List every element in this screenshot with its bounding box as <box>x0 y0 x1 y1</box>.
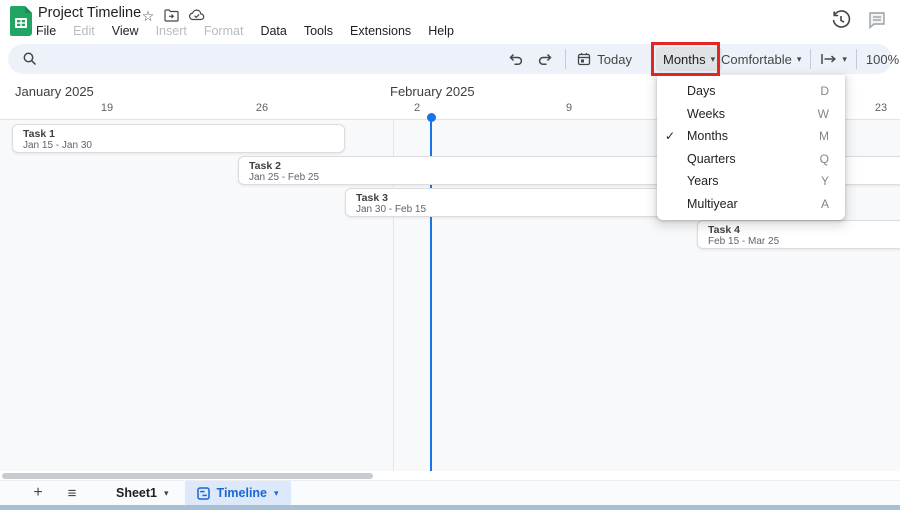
add-sheet-button[interactable]: + <box>28 484 48 502</box>
spreadsheet-app: Project Timeline ☆ FileEditViewInsertFor… <box>0 0 900 510</box>
menu-item-shortcut: A <box>821 197 829 211</box>
calendar-today-icon <box>577 52 591 66</box>
timeline-view-icon <box>197 487 210 500</box>
task-card[interactable]: Task 3Jan 30 - Feb 15 <box>345 188 704 217</box>
month-label: February 2025 <box>390 84 475 99</box>
menu-item-label: Years <box>687 174 821 188</box>
menu-item-shortcut: Y <box>821 174 829 188</box>
toolbar: Today Months ▾ Comfortable ▾ ▾ 100% ▾ <box>8 44 892 74</box>
menu-item-shortcut: Q <box>820 152 829 166</box>
task-dates: Jan 15 - Jan 30 <box>23 140 334 152</box>
undo-icon[interactable] <box>507 50 525 68</box>
menubar: File Edit View Insert Format Data Tools Extensi… <box>36 22 454 40</box>
menubar-view[interactable]: View <box>112 24 139 38</box>
menu-item-shortcut: D <box>820 84 829 98</box>
today-button-label: Today <box>597 52 632 67</box>
check-icon: ✓ <box>665 129 687 143</box>
granularity-menu: DaysDWeeksW✓MonthsMQuartersQYearsYMultiy… <box>657 75 845 220</box>
week-tick-label: 23 <box>875 102 887 114</box>
menu-item-multiyear[interactable]: MultiyearA <box>657 193 845 216</box>
toolbar-divider <box>810 49 811 69</box>
menu-item-label: Multiyear <box>687 197 821 211</box>
task-title: Task 4 <box>708 224 896 236</box>
menu-item-shortcut: M <box>819 129 829 143</box>
menu-item-label: Days <box>687 84 820 98</box>
sheet-tab-timeline[interactable]: Timeline ▾ <box>185 481 291 506</box>
menu-item-shortcut: W <box>818 107 829 121</box>
menubar-tools[interactable]: Tools <box>304 24 333 38</box>
menu-item-months[interactable]: ✓MonthsM <box>657 125 845 148</box>
redo-icon[interactable] <box>536 50 554 68</box>
chevron-down-icon: ▾ <box>274 489 279 498</box>
toolbar-divider <box>565 49 566 69</box>
task-card[interactable]: Task 1Jan 15 - Jan 30 <box>12 124 345 153</box>
chevron-down-icon: ▾ <box>797 55 802 64</box>
menubar-extensions[interactable]: Extensions <box>350 24 411 38</box>
density-dropdown-label: Comfortable <box>721 52 792 67</box>
menu-item-label: Months <box>687 129 819 143</box>
month-label: January 2025 <box>15 84 94 99</box>
menu-item-label: Weeks <box>687 107 818 121</box>
document-title[interactable]: Project Timeline <box>38 5 141 21</box>
menu-item-weeks[interactable]: WeeksW <box>657 103 845 126</box>
menu-item-label: Quarters <box>687 152 820 166</box>
version-history-icon[interactable] <box>830 9 852 31</box>
week-tick-label: 9 <box>566 102 572 114</box>
bottom-edge-strip <box>0 505 900 510</box>
today-button[interactable]: Today <box>577 52 632 67</box>
task-card[interactable]: Task 4Feb 15 - Mar 25 <box>697 220 900 249</box>
chevron-down-icon: ▾ <box>842 55 847 64</box>
density-dropdown-button[interactable]: Comfortable ▾ <box>721 52 801 67</box>
fit-width-icon <box>820 52 837 66</box>
granularity-dropdown-button[interactable]: Months ▾ <box>656 47 722 71</box>
granularity-dropdown-label: Months <box>663 52 706 67</box>
sheets-logo-icon[interactable] <box>10 6 32 36</box>
week-tick-label: 19 <box>101 102 113 114</box>
horizontal-scrollbar-thumb[interactable] <box>2 473 373 479</box>
search-icon[interactable] <box>22 51 38 67</box>
sheet-tab-label: Timeline <box>217 486 267 500</box>
fit-width-button[interactable]: ▾ <box>820 52 847 66</box>
top-bar: Project Timeline ☆ FileEditViewInsertFor… <box>0 0 900 44</box>
sheet-tab-sheet1[interactable]: Sheet1 ▾ <box>108 481 177 506</box>
menubar-help[interactable]: Help <box>428 24 454 38</box>
menubar-format: Format <box>204 24 244 38</box>
chevron-down-icon: ▾ <box>711 55 716 64</box>
menu-item-days[interactable]: DaysD <box>657 80 845 103</box>
menubar-data[interactable]: Data <box>260 24 286 38</box>
toolbar-view-group: Comfortable ▾ ▾ 100% ▾ <box>721 44 900 74</box>
task-title: Task 1 <box>23 128 334 140</box>
menubar-insert: Insert <box>156 24 187 38</box>
today-marker-dot <box>427 113 436 122</box>
menu-item-years[interactable]: YearsY <box>657 170 845 193</box>
comments-icon[interactable] <box>866 9 888 31</box>
toolbar-divider <box>856 49 857 69</box>
toolbar-history-group: Today <box>507 44 632 74</box>
task-dates: Feb 15 - Mar 25 <box>708 236 896 248</box>
zoom-dropdown-button[interactable]: 100% ▾ <box>866 52 900 67</box>
sheet-tab-bar: + ≡ Sheet1 ▾ Timeline ▾ <box>0 480 900 505</box>
top-right-actions <box>830 9 888 31</box>
chevron-down-icon: ▾ <box>164 489 169 498</box>
week-tick-label: 26 <box>256 102 268 114</box>
task-dates: Jan 30 - Feb 15 <box>356 204 693 216</box>
task-title: Task 3 <box>356 192 693 204</box>
sheet-tab-label: Sheet1 <box>116 486 157 500</box>
zoom-level-label: 100% <box>866 52 899 67</box>
menubar-edit: Edit <box>73 24 95 38</box>
all-sheets-menu-icon[interactable]: ≡ <box>62 485 82 502</box>
week-tick-label: 2 <box>414 102 420 114</box>
menu-item-quarters[interactable]: QuartersQ <box>657 148 845 171</box>
menubar-file[interactable]: File <box>36 24 56 38</box>
horizontal-scrollbar-track[interactable] <box>0 471 900 480</box>
